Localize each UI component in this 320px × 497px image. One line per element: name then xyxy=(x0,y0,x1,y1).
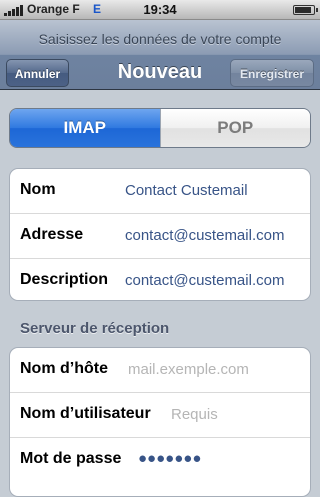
segment-imap[interactable]: IMAP xyxy=(10,109,160,147)
description-label: Description xyxy=(20,271,109,288)
incoming-server-header: Serveur de réception xyxy=(20,320,170,337)
battery-level xyxy=(295,7,311,13)
username-label: Nom d’utilisateur xyxy=(20,405,151,422)
account-info-group: Nom Contact Custemail Adresse contact@cu… xyxy=(9,168,311,301)
host-label: Nom d’hôte xyxy=(20,360,108,377)
battery-icon xyxy=(293,5,318,15)
host-field[interactable]: mail.exemple.com xyxy=(128,361,249,378)
address-field[interactable]: contact@custemail.com xyxy=(125,227,284,244)
name-row[interactable]: Nom Contact Custemail xyxy=(10,169,310,214)
description-field[interactable]: contact@custemail.com xyxy=(125,272,284,289)
name-label: Nom xyxy=(20,181,56,198)
name-field[interactable]: Contact Custemail xyxy=(125,182,248,199)
password-row[interactable]: Mot de passe ●●●●●●● xyxy=(10,438,310,482)
incoming-server-group: Nom d’hôte mail.exemple.com Nom d’utilis… xyxy=(9,347,311,497)
segment-pop[interactable]: POP xyxy=(159,109,310,147)
nav-prompt: Saisissez les données de votre compte xyxy=(38,31,282,47)
status-bar: Orange F E 19:34 xyxy=(0,0,320,20)
username-field[interactable]: Requis xyxy=(171,406,218,423)
clock: 19:34 xyxy=(143,2,177,17)
password-label: Mot de passe xyxy=(20,450,122,467)
description-row[interactable]: Description contact@custemail.com xyxy=(10,259,310,300)
navigation-bar: Saisissez les données de votre compte An… xyxy=(0,20,320,90)
address-row[interactable]: Adresse contact@custemail.com xyxy=(10,214,310,259)
address-label: Adresse xyxy=(20,226,84,243)
save-button[interactable]: Enregistrer xyxy=(230,59,314,87)
account-type-segmented-control: IMAP POP xyxy=(9,108,311,148)
password-field[interactable]: ●●●●●●● xyxy=(138,450,201,467)
username-row[interactable]: Nom d’utilisateur Requis xyxy=(10,393,310,438)
host-row[interactable]: Nom d’hôte mail.exemple.com xyxy=(10,348,310,393)
